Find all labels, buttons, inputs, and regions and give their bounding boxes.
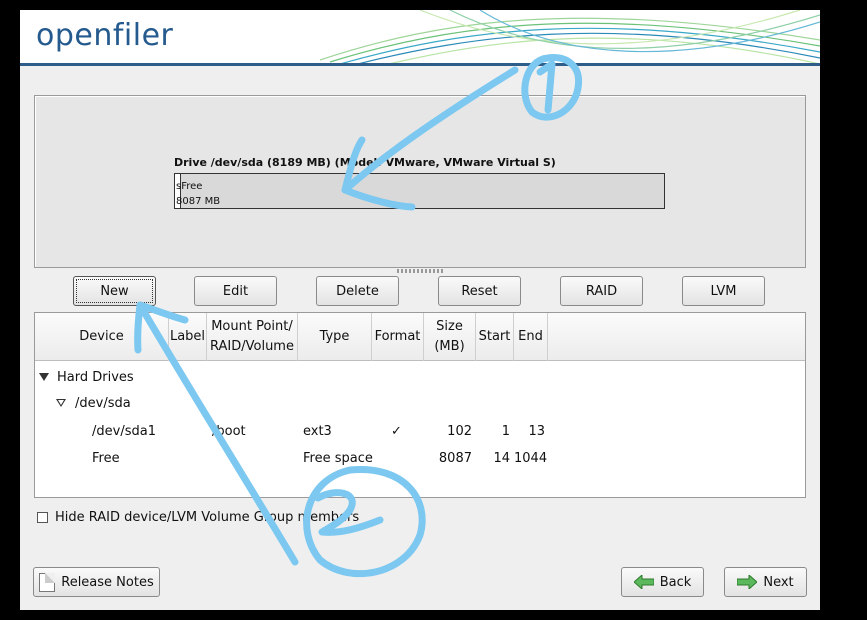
header-banner: openfiler <box>20 10 820 66</box>
back-button[interactable]: Back <box>621 567 704 597</box>
partition-table: Device Label Mount Point/RAID/Volume Typ… <box>34 312 806 498</box>
tree-row-disk[interactable]: /dev/sda <box>35 391 805 417</box>
format-check-icon: ✓ <box>391 424 402 439</box>
column-header-device[interactable]: Device <box>35 313 169 361</box>
cell-end: 1044 <box>514 451 548 466</box>
drive-title: Drive /dev/sda (8189 MB) (Model: VMware,… <box>174 156 556 169</box>
column-header-end[interactable]: End <box>514 313 548 361</box>
reset-button[interactable]: Reset <box>438 276 521 306</box>
expander-open-icon[interactable] <box>56 399 66 407</box>
tree-row-hard-drives[interactable]: Hard Drives <box>35 365 805 391</box>
cell-device: Free <box>92 451 120 466</box>
expander-open-icon[interactable] <box>39 373 49 381</box>
installer-window: openfiler Drive /dev/sda (8189 MB) (Mode… <box>20 10 820 610</box>
hide-members-label: Hide RAID device/LVM Volume Group member… <box>55 510 360 525</box>
delete-button[interactable]: Delete <box>316 276 399 306</box>
column-header-type[interactable]: Type <box>298 313 372 361</box>
table-row[interactable]: Free Free space 8087 14 1044 <box>35 446 805 472</box>
back-arrow-icon <box>633 575 654 589</box>
raid-button[interactable]: RAID <box>560 276 643 306</box>
cell-type: ext3 <box>303 424 332 439</box>
new-button[interactable]: New <box>73 276 156 306</box>
cell-start: 14 <box>493 451 510 466</box>
column-header-size[interactable]: Size (MB) <box>424 313 476 361</box>
group-label: Hard Drives <box>57 370 134 385</box>
lvm-button[interactable]: LVM <box>682 276 765 306</box>
column-header-format[interactable]: Format <box>372 313 424 361</box>
document-icon <box>39 572 56 592</box>
cell-start: 1 <box>501 424 510 439</box>
openfiler-logo: openfiler <box>36 18 174 53</box>
free-segment-size: 8087 MB <box>176 196 221 207</box>
table-header: Device Label Mount Point/RAID/Volume Typ… <box>35 313 805 361</box>
edit-button[interactable]: Edit <box>194 276 277 306</box>
cell-size: 8087 <box>438 451 472 466</box>
cell-type: Free space <box>303 451 373 466</box>
hide-members-checkbox[interactable] <box>37 512 48 523</box>
column-header-mount[interactable]: Mount Point/RAID/Volume <box>207 313 298 361</box>
release-notes-button[interactable]: Release Notes <box>33 567 160 597</box>
table-row[interactable]: /dev/sda1 /boot ext3 ✓ 102 1 13 <box>35 419 805 445</box>
next-arrow-icon <box>737 575 758 589</box>
drive-map-panel: Drive /dev/sda (8189 MB) (Model: VMware,… <box>34 95 806 268</box>
free-segment-label: sFree <box>176 181 203 192</box>
cell-size: 102 <box>447 424 472 439</box>
next-button[interactable]: Next <box>724 567 807 597</box>
column-header-start[interactable]: Start <box>476 313 514 361</box>
disk-label: /dev/sda <box>75 396 131 411</box>
hide-members-option[interactable]: Hide RAID device/LVM Volume Group member… <box>37 510 359 525</box>
column-header-label[interactable]: Label <box>169 313 207 361</box>
cell-end: 13 <box>528 424 545 439</box>
pane-splitter-handle[interactable] <box>397 269 443 273</box>
banner-swoosh-graphic <box>320 10 820 63</box>
cell-mount: /boot <box>212 424 246 439</box>
cell-device: /dev/sda1 <box>92 424 156 439</box>
drive-partition-bar[interactable]: sFree 8087 MB <box>174 173 665 209</box>
